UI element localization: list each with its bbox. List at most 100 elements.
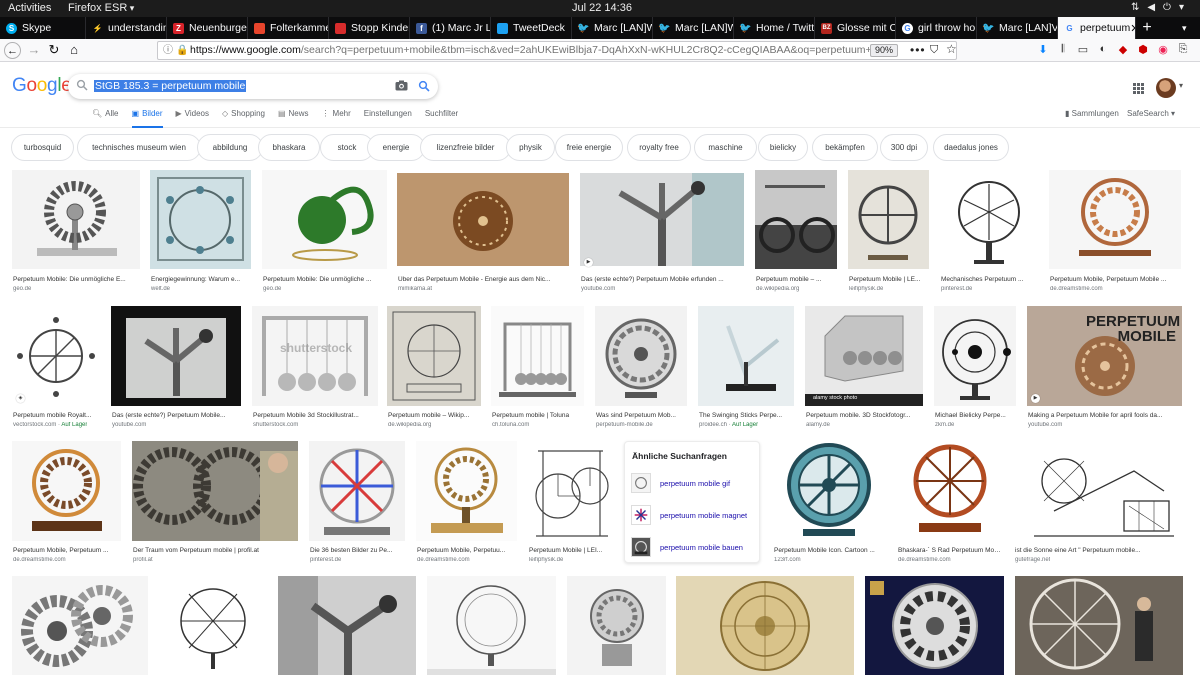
tab-girl-throw[interactable]: Ggirl throw ho [896,17,977,39]
search-filter-link[interactable]: Suchfilter [425,106,458,128]
image-result[interactable] [12,576,148,675]
tab-understanding[interactable]: ⚡ understandin [86,17,167,39]
chip[interactable]: bielicky [758,134,808,161]
related-search-item[interactable]: perpetuum mobile bauen [631,536,755,558]
camera-icon[interactable] [395,80,408,91]
image-result[interactable]: shutterstock Perpetuum Mobile 3d Stockil… [252,306,378,432]
image-result[interactable] [676,576,854,675]
image-result[interactable]: Perpetuum Mobile | LE... leifiphysik.de [848,170,929,295]
sync-icon[interactable]: ◔ [1196,43,1200,59]
settings-link[interactable]: Einstellungen [364,106,412,128]
image-result[interactable] [278,576,416,675]
chip[interactable]: energie [367,134,425,161]
image-result[interactable]: Perpetuum Mobile Icon. Cartoon ... 123rf… [773,441,886,567]
image-result[interactable]: Mechanisches Perpetuum ... pinterest.de [940,170,1038,295]
image-result[interactable]: ▶ Das (erste echte?) Perpetuum Mobile er… [580,173,744,295]
image-result[interactable]: PERPETUUM MOBILE ▶ Making a Perpetuum Mo… [1027,306,1182,432]
library-icon[interactable]: 𝄃 [1056,43,1070,59]
chip[interactable]: bekämpfen [812,134,878,161]
chip[interactable]: freie energie [555,134,623,161]
extension-icon[interactable]: ◉ [1156,43,1170,59]
related-search-item[interactable]: perpetuum mobile gif [631,472,755,494]
tab-alle[interactable]: 🔍︎ Alle [92,106,119,128]
reader-icon[interactable]: ◐ [1096,43,1110,59]
image-result[interactable]: Perpetuum Mobile: Die unmögliche ... geo… [262,170,387,295]
image-result[interactable] [865,576,1004,675]
tab-mehr[interactable]: ⋮ Mehr [322,106,351,128]
chip[interactable]: daedalus jones [933,134,1009,161]
image-result[interactable]: ist die Sonne eine Art " Perpetuum mobil… [1014,441,1182,567]
search-box[interactable]: StGB 185.3 = perpetuum mobile [68,74,438,99]
image-result[interactable]: Michael Bielicky Perpe... zkm.de [934,306,1016,432]
tab-glosse[interactable]: BZ Glosse mit C [815,17,896,39]
tab-folterkammer[interactable]: Folterkamme [248,17,329,39]
image-result[interactable]: Perpetuum Mobile, Perpetuum Mobile ... d… [1049,170,1181,295]
chip[interactable]: turbosquid [11,134,74,161]
related-search-item[interactable]: perpetuum mobile magnet [631,504,755,526]
tab-twitter-2[interactable]: 🐦 Marc [LAN]W [653,17,734,39]
chip[interactable]: abbildung [197,134,263,161]
safesearch-menu[interactable]: SafeSearch ▾ [1127,109,1175,118]
avatar[interactable] [1156,78,1176,98]
search-submit-icon[interactable] [418,80,430,92]
chip[interactable]: lizenzfreie bilder [420,134,511,161]
tab-twitter-home[interactable]: 🐦 Home / Twitt [734,17,815,39]
image-result[interactable]: ◈ Perpetuum mobile Royalt... vectorstock… [12,306,100,432]
ublock-icon[interactable]: ◆ [1116,43,1130,59]
image-result[interactable]: Die 36 besten Bilder zu Pe... pinterest.… [309,441,405,567]
chip[interactable]: maschine [694,134,757,161]
clock[interactable]: Jul 22 14:36 [572,2,632,14]
image-result[interactable]: Perpetuum Mobile, Perpetuum ... de.dream… [12,441,121,567]
chip[interactable]: technisches museum wien [77,134,201,161]
chip[interactable]: physik [506,134,555,161]
image-result[interactable]: Perpetuum mobile – Wikip... de.wikipedia… [387,306,481,432]
tab-bilder[interactable]: ▣ Bilder [131,106,163,128]
image-result[interactable] [567,576,666,675]
google-logo[interactable]: Google [12,75,72,97]
app-menu[interactable]: Firefox ESR [68,2,134,14]
chevron-down-icon[interactable]: ▾ [1179,81,1183,90]
search-input[interactable]: StGB 185.3 = perpetuum mobile [94,80,247,92]
image-result[interactable] [427,576,556,675]
tab-stopp-kinder[interactable]: Stopp Kinder [329,17,410,39]
image-result[interactable]: Perpetuum Mobile: Die unmögliche E... ge… [12,170,140,295]
bookmark-star-icon[interactable]: ☆ [946,42,956,58]
back-button[interactable]: ← [4,42,21,59]
reload-button[interactable]: ↻ [46,42,62,58]
image-result[interactable]: Perpetuum mobile – ... de.wikipedia.org [755,170,837,295]
tab-twitter-1[interactable]: 🐦 Marc [LAN]W [572,17,653,39]
forward-button[interactable]: → [26,42,42,58]
tab-facebook[interactable]: f (1) Marc Jr La [410,17,491,39]
adblock-icon[interactable]: ⬢ [1136,43,1150,59]
chip[interactable]: stock [320,134,374,161]
tab-shopping[interactable]: ◇ Shopping [222,106,265,128]
chip[interactable]: 300 dpi [880,134,928,161]
new-tab-button[interactable]: + [1136,17,1158,39]
sidebar-icon[interactable]: ▭ [1076,43,1090,59]
image-result[interactable]: Energiegewinnung: Warum e... welt.de [150,170,251,295]
tab-twitter-3[interactable]: 🐦 Marc [LAN]V [977,17,1058,39]
tab-news[interactable]: ▤ News [278,106,309,128]
zoom-indicator[interactable]: 90% [870,44,899,57]
home-button[interactable]: ⌂ [66,42,82,58]
info-icon[interactable]: ⓘ [163,42,173,59]
apps-grid-icon[interactable] [1133,83,1144,94]
image-result[interactable] [159,576,267,675]
image-result[interactable]: Das (erste echte?) Perpetuum Mobile... y… [111,306,241,432]
list-all-tabs-button[interactable]: ▾ [1182,17,1198,39]
tab-tweetdeck[interactable]: TweetDeck [491,17,572,39]
collections-link[interactable]: ▮ Sammlungen [1065,109,1119,118]
image-result[interactable]: Der Traum vom Perpetuum mobile | profil.… [132,441,298,567]
image-result[interactable]: Perpetuum mobile | Toluna ch.toluna.com [491,306,584,432]
url-text[interactable]: https://www.google.com/search?q=perpetuu… [190,42,870,59]
image-result[interactable]: Bhaskara-´ S Rad Perpetuum Mobile P... d… [897,441,1003,567]
download-icon[interactable]: ⬇ [1036,43,1050,59]
image-result[interactable]: Was sind Perpetuum Mob... perpetuum-mobi… [595,306,687,432]
image-result[interactable]: Über das Perpetuum Mobile - Energie aus … [397,173,569,295]
pocket-icon[interactable]: ⛉ [930,42,938,59]
chip[interactable]: royalty free [627,134,691,161]
image-result[interactable]: alamy stock photo Perpetuum mobile. 3D S… [805,306,923,432]
image-result[interactable]: The Swinging Sticks Perpe... proidee.ch … [698,306,794,432]
screenshot-icon[interactable]: ⎘ [1176,43,1190,59]
system-tray[interactable]: ⇅◀⏻▾ [1131,2,1192,13]
